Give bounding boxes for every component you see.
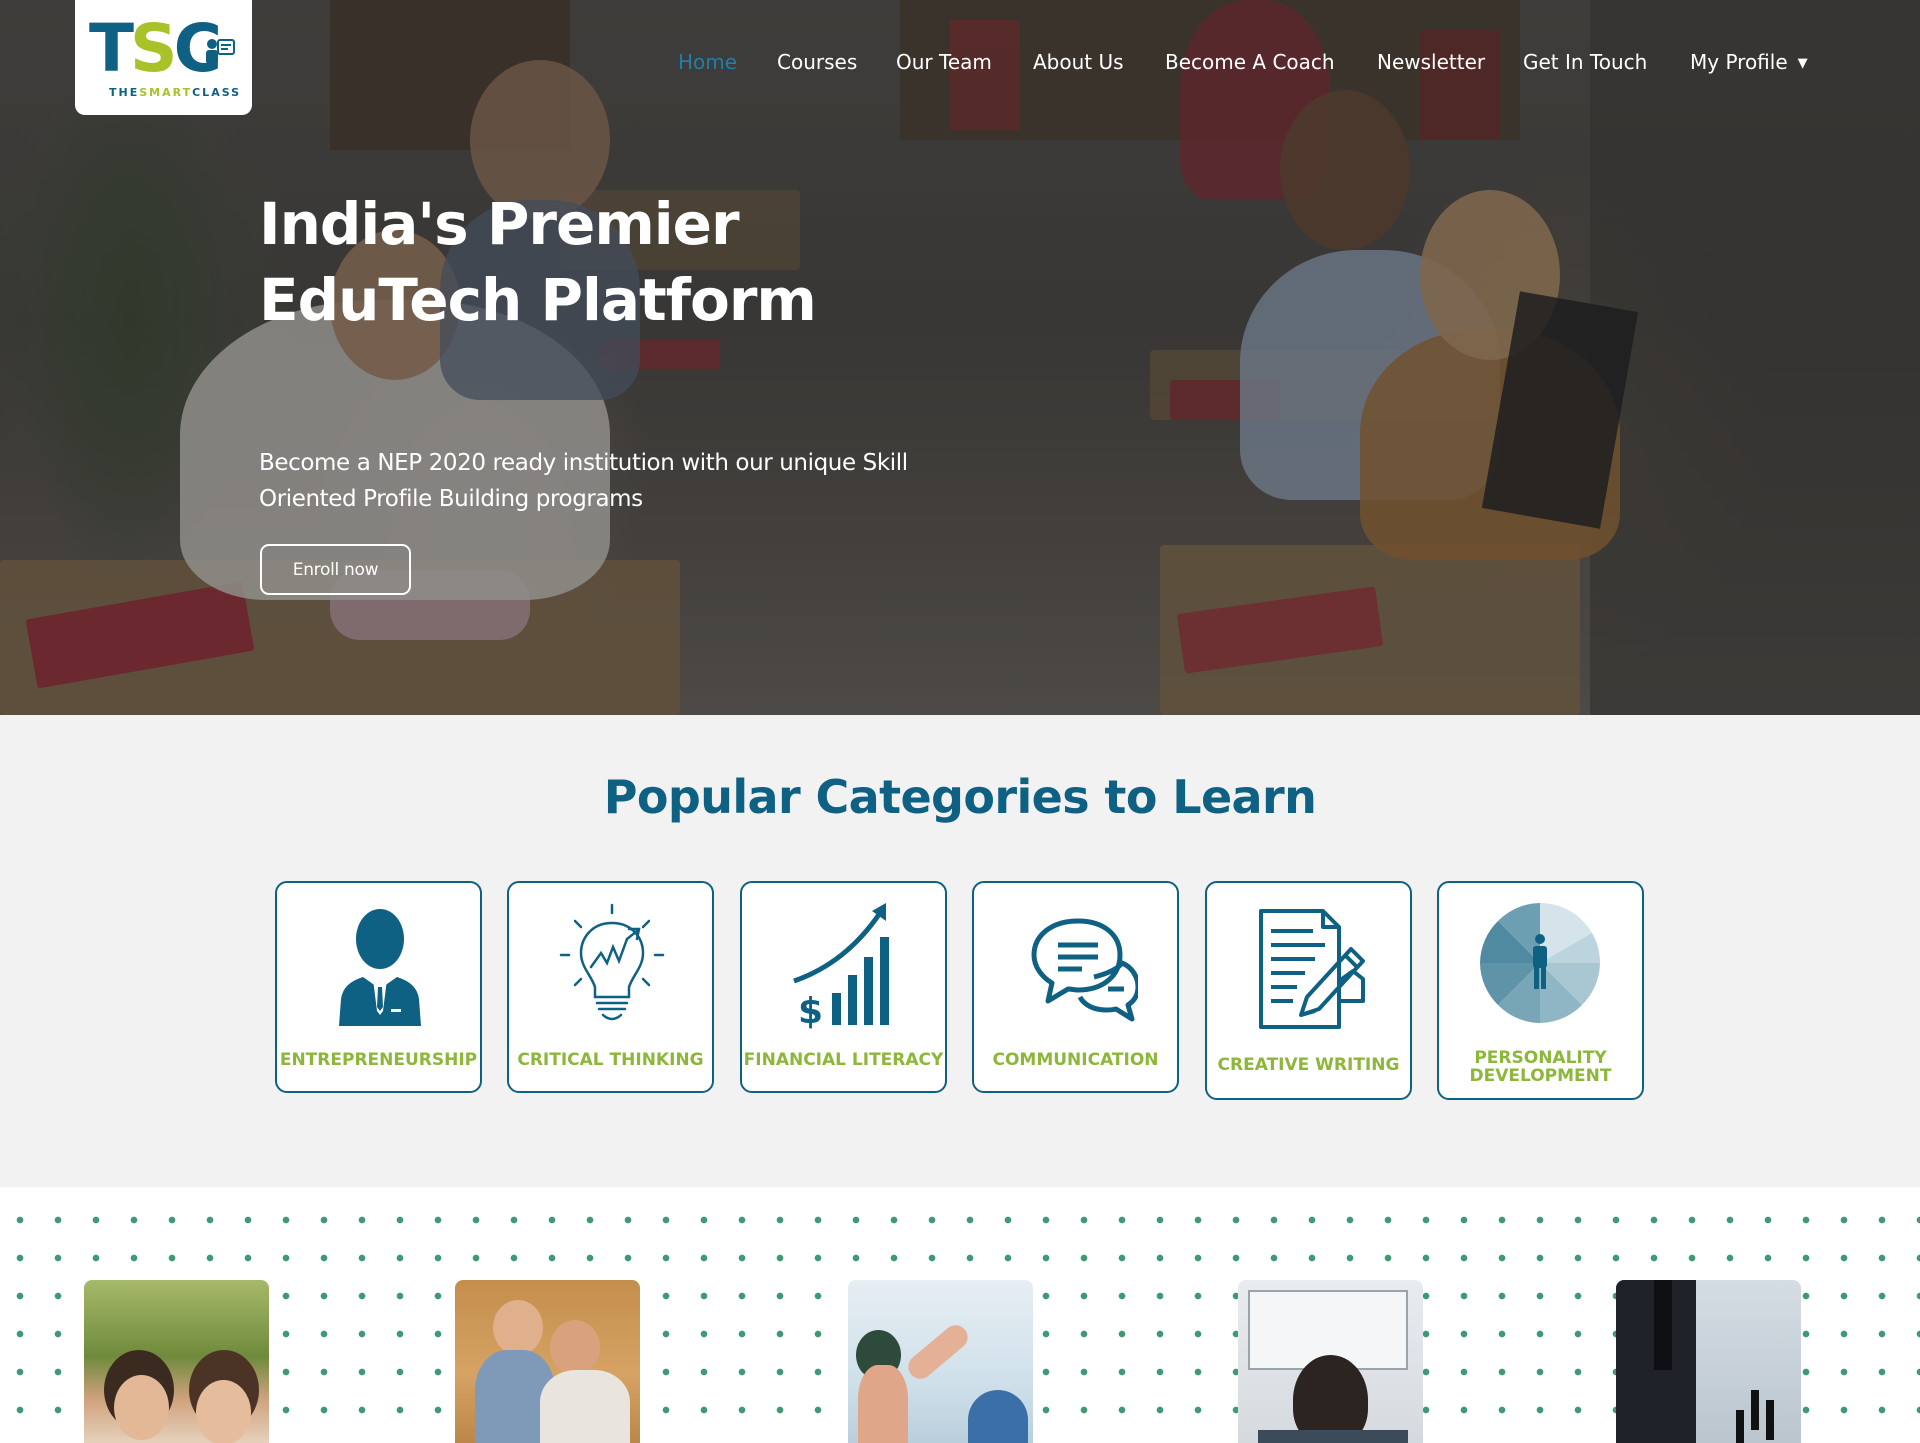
growth-chart-icon: $ <box>793 903 889 1031</box>
nav-become-a-coach[interactable]: Become A Coach <box>1165 50 1335 74</box>
enroll-now-button[interactable]: Enroll now <box>260 544 411 595</box>
hero-title: India's Premier EduTech Platform <box>259 186 959 338</box>
category-card-creative-writing[interactable]: CREATIVE WRITING <box>1205 881 1412 1100</box>
planning-board-image[interactable] <box>1238 1280 1423 1443</box>
category-label-entrepreneurship: ENTREPRENEURSHIP <box>279 1050 478 1070</box>
hero-title-line-2: EduTech Platform <box>259 266 817 334</box>
hero-title-line-1: India's Premier <box>259 190 740 258</box>
kids-reading-image[interactable] <box>84 1280 269 1443</box>
category-label-personality-development: PERSONALITY DEVELOPMENT <box>1469 1048 1612 1086</box>
category-label-critical-thinking: CRITICAL THINKING <box>517 1050 704 1070</box>
nav-our-team[interactable]: Our Team <box>896 50 992 74</box>
nav-courses[interactable]: Courses <box>777 50 857 74</box>
hero-subtitle-line-2: Oriented Profile Building programs <box>259 486 643 512</box>
teacher-board-icon <box>206 39 235 64</box>
category-card-financial-literacy[interactable]: $ FINANCIAL LITERACY <box>740 881 947 1093</box>
svg-text:$: $ <box>798 991 823 1031</box>
hero-section: TSC THESMARTCLASS Home Courses Our Team … <box>0 0 1920 715</box>
category-label-creative-writing: CREATIVE WRITING <box>1217 1055 1400 1075</box>
category-label-communication: COMMUNICATION <box>992 1050 1159 1070</box>
high-five-image[interactable] <box>848 1280 1033 1443</box>
nav-about-us[interactable]: About Us <box>1033 50 1124 74</box>
category-card-communication[interactable]: COMMUNICATION <box>972 881 1179 1093</box>
nav-newsletter[interactable]: Newsletter <box>1377 50 1485 74</box>
nav-home[interactable]: Home <box>678 50 737 74</box>
lightbulb-icon <box>559 903 665 1021</box>
business-strategy-image[interactable] <box>1616 1280 1801 1443</box>
category-card-entrepreneurship[interactable]: ENTREPRENEURSHIP <box>275 881 482 1093</box>
featured-images-strip <box>0 1187 1920 1443</box>
nav-my-profile-label: My Profile <box>1690 50 1788 74</box>
chevron-down-icon: ▼ <box>1797 56 1808 71</box>
categories-section: Popular Categories to Learn ENTREPRENEUR… <box>0 715 1920 1187</box>
nav-get-in-touch[interactable]: Get In Touch <box>1523 50 1647 74</box>
logo-tagline: THESMARTCLASS <box>109 86 242 99</box>
category-card-critical-thinking[interactable]: CRITICAL THINKING <box>507 881 714 1093</box>
categories-title: Popular Categories to Learn <box>603 770 1317 824</box>
site-logo[interactable]: TSC THESMARTCLASS <box>75 0 252 115</box>
personality-wheel-icon <box>1480 903 1600 1023</box>
category-card-personality-development[interactable]: PERSONALITY DEVELOPMENT <box>1437 881 1644 1100</box>
hero-subtitle: Become a NEP 2020 ready institution with… <box>259 445 979 517</box>
nav-my-profile[interactable]: My Profile ▼ <box>1690 50 1808 74</box>
category-label-financial-literacy: FINANCIAL LITERACY <box>743 1050 944 1070</box>
document-pen-icon <box>1259 909 1365 1029</box>
team-meeting-image[interactable] <box>455 1280 640 1443</box>
logo-mark: TSC <box>89 10 222 87</box>
chat-bubbles-icon <box>1031 918 1138 1022</box>
businessman-icon <box>339 909 421 1026</box>
hero-subtitle-line-1: Become a NEP 2020 ready institution with… <box>259 450 908 476</box>
